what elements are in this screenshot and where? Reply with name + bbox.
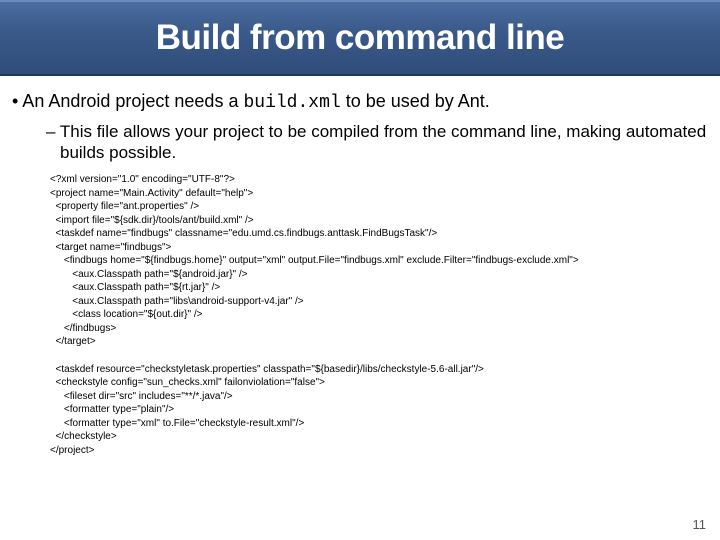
bullet-text-pre: • An Android project needs a (12, 91, 243, 111)
sub-bullet: – This file allows your project to be co… (46, 121, 708, 164)
bullet-main: • An Android project needs a build.xml t… (12, 90, 708, 115)
bullet-code-term: build.xml (243, 93, 340, 113)
title-bar: Build from command line (0, 0, 720, 76)
bullet-text-post: to be used by Ant. (341, 91, 490, 111)
slide-title: Build from command line (156, 18, 565, 58)
code-block-1: <?xml version="1.0" encoding="UTF-8"?> <… (50, 173, 708, 349)
page-number: 11 (693, 517, 707, 532)
code-block-2: <taskdef resource="checkstyletask.proper… (50, 363, 708, 458)
slide-body: • An Android project needs a build.xml t… (0, 76, 720, 457)
